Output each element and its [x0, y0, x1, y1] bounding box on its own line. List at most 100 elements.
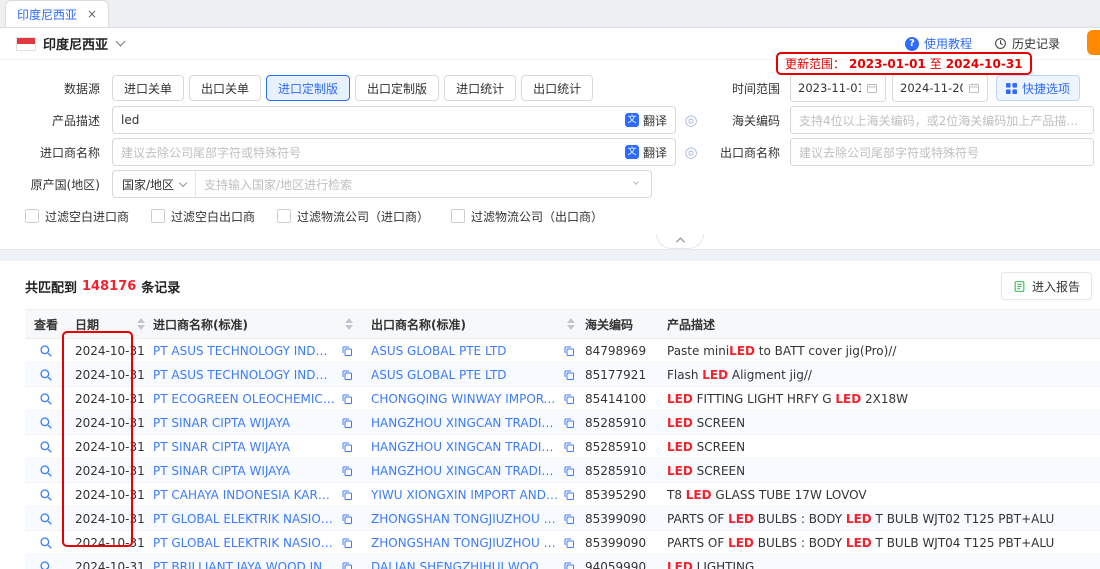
copy-icon[interactable]: [341, 465, 353, 477]
copy-icon[interactable]: [563, 537, 575, 549]
column-header[interactable]: 出口商名称(标准): [363, 310, 585, 338]
exporter-link[interactable]: YIWU XIONGXIN IMPORT AND EXPORT...: [371, 488, 558, 502]
exporter-link[interactable]: ZHONGSHAN TONGJIUZHOU INTERNA...: [371, 536, 558, 550]
translate-button[interactable]: 文 翻译: [625, 112, 667, 129]
checkbox-icon[interactable]: [25, 209, 39, 223]
page-tab[interactable]: 印度尼西亚 ×: [5, 0, 109, 27]
target-icon[interactable]: ◎: [682, 143, 700, 161]
start-date-input[interactable]: 2023-11-01: [790, 74, 886, 102]
sort-icon[interactable]: [345, 318, 353, 330]
search-icon[interactable]: [39, 344, 53, 358]
search-icon[interactable]: [39, 464, 53, 478]
exporter-link[interactable]: ASUS GLOBAL PTE LTD: [371, 344, 558, 358]
data-source-tab[interactable]: 出口关单: [189, 75, 261, 101]
form-row-product: 产品描述 led 文 翻译 ◎ 海关编码 支持4位以上海关编码，或2位海关编码加…: [0, 106, 1100, 134]
copy-icon[interactable]: [341, 369, 353, 381]
filter-label: 过滤空白进口商: [45, 208, 129, 225]
end-date-input[interactable]: 2024-11-20: [892, 74, 988, 102]
checkbox-icon[interactable]: [151, 209, 165, 223]
tutorial-link[interactable]: ? 使用教程: [905, 35, 972, 52]
column-header[interactable]: 进口商名称(标准): [145, 310, 363, 338]
copy-icon[interactable]: [341, 417, 353, 429]
search-icon[interactable]: [39, 440, 53, 454]
checkbox-icon[interactable]: [451, 209, 465, 223]
importer-link[interactable]: PT ECOGREEN OLEOCHEMICALS: [153, 392, 336, 406]
copy-icon[interactable]: [563, 441, 575, 453]
copy-icon[interactable]: [563, 417, 575, 429]
copy-icon[interactable]: [563, 369, 575, 381]
importer-link[interactable]: PT ASUS TECHNOLOGY INDONESIA BA...: [153, 368, 336, 382]
exporter-link[interactable]: HANGZHOU XINGCAN TRADING CO LTD: [371, 416, 558, 430]
customs-code-input[interactable]: 支持4位以上海关编码，或2位海关编码加上产品描述、企业名称的任意信息...: [790, 106, 1094, 134]
search-icon[interactable]: [39, 368, 53, 382]
filter-checkbox[interactable]: 过滤空白出口商: [151, 208, 255, 225]
data-source-tab[interactable]: 进口关单: [112, 75, 184, 101]
calendar-icon: [866, 82, 878, 94]
search-icon[interactable]: [39, 392, 53, 406]
enter-report-button[interactable]: 进入报告: [1001, 272, 1092, 300]
importer-link[interactable]: PT SINAR CIPTA WIJAYA: [153, 464, 336, 478]
copy-icon[interactable]: [341, 393, 353, 405]
exporter-link[interactable]: HANGZHOU XINGCAN TRADING CO LTD: [371, 440, 558, 454]
copy-icon[interactable]: [563, 465, 575, 477]
copy-icon[interactable]: [563, 393, 575, 405]
history-link[interactable]: 历史记录: [994, 35, 1060, 52]
country-name: 印度尼西亚: [43, 34, 108, 53]
collapse-toggle[interactable]: [656, 234, 704, 249]
exporter-link[interactable]: ZHONGSHAN TONGJIUZHOU INTERNA...: [371, 512, 558, 526]
data-source-tab[interactable]: 进口统计: [444, 75, 516, 101]
importer-link[interactable]: PT GLOBAL ELEKTRIK NASIONAL: [153, 512, 336, 526]
copy-icon[interactable]: [341, 345, 353, 357]
quick-options-label: 快捷选项: [1022, 80, 1070, 97]
importer-link[interactable]: PT BRILLIANT JAYA WOOD INDUSTRY: [153, 560, 336, 569]
view-cell: [25, 392, 67, 406]
chevron-down-icon[interactable]: [116, 37, 126, 47]
data-source-tab[interactable]: 出口统计: [521, 75, 593, 101]
origin-country-select[interactable]: 国家/地区: [113, 171, 196, 197]
exporter-link[interactable]: ASUS GLOBAL PTE LTD: [371, 368, 558, 382]
search-icon[interactable]: [39, 536, 53, 550]
sort-icon[interactable]: [567, 318, 575, 330]
filter-checkbox[interactable]: 过滤空白进口商: [25, 208, 129, 225]
target-icon[interactable]: ◎: [682, 111, 700, 129]
copy-icon[interactable]: [341, 537, 353, 549]
search-icon[interactable]: [39, 488, 53, 502]
copy-icon[interactable]: [563, 561, 575, 569]
exporter-link[interactable]: CHONGQING WINWAY IMPORT AND E...: [371, 392, 558, 406]
exporter-link[interactable]: DALIAN SHENGZHIHUI WOOD INDUST...: [371, 560, 558, 569]
sort-icon[interactable]: [137, 318, 145, 330]
product-desc-input[interactable]: led 文 翻译: [112, 106, 676, 134]
copy-icon[interactable]: [341, 489, 353, 501]
copy-icon[interactable]: [563, 489, 575, 501]
search-icon[interactable]: [39, 560, 53, 569]
importer-name-input[interactable]: 建议去除公司尾部字符或特殊符号 文 翻译: [112, 138, 676, 166]
importer-link[interactable]: PT SINAR CIPTA WIJAYA: [153, 440, 336, 454]
close-icon[interactable]: ×: [87, 7, 97, 21]
search-icon[interactable]: [39, 512, 53, 526]
filter-checkbox[interactable]: 过滤物流公司（进口商）: [277, 208, 429, 225]
column-header: 查看: [25, 310, 67, 338]
floating-widget[interactable]: [1087, 30, 1100, 55]
translate-button[interactable]: 文 翻译: [625, 144, 667, 161]
exporter-cell: DALIAN SHENGZHIHUI WOOD INDUST...: [363, 560, 585, 569]
column-header[interactable]: 日期: [67, 310, 145, 338]
exporter-link[interactable]: HANGZHOU XINGCAN TRADING CO LTD: [371, 464, 558, 478]
origin-country-input[interactable]: 国家/地区 支持输入国家/地区进行检索: [112, 170, 652, 198]
importer-link[interactable]: PT ASUS TECHNOLOGY INDONESIA BA...: [153, 344, 336, 358]
importer-link[interactable]: PT GLOBAL ELEKTRIK NASIONAL: [153, 536, 336, 550]
quick-options-button[interactable]: 快捷选项: [996, 75, 1080, 101]
copy-icon[interactable]: [341, 441, 353, 453]
table-row: 2024-10-31PT SINAR CIPTA WIJAYAHANGZHOU …: [25, 435, 1100, 459]
data-source-tab[interactable]: 出口定制版: [355, 75, 439, 101]
copy-icon[interactable]: [563, 345, 575, 357]
copy-icon[interactable]: [341, 561, 353, 569]
checkbox-icon[interactable]: [277, 209, 291, 223]
data-source-tab[interactable]: 进口定制版: [266, 75, 350, 101]
search-icon[interactable]: [39, 416, 53, 430]
importer-link[interactable]: PT CAHAYA INDONESIA KARGO: [153, 488, 336, 502]
copy-icon[interactable]: [563, 513, 575, 525]
filter-checkbox[interactable]: 过滤物流公司（出口商）: [451, 208, 603, 225]
copy-icon[interactable]: [341, 513, 353, 525]
exporter-name-input[interactable]: 建议去除公司尾部字符或特殊符号: [790, 138, 1094, 166]
importer-link[interactable]: PT SINAR CIPTA WIJAYA: [153, 416, 336, 430]
